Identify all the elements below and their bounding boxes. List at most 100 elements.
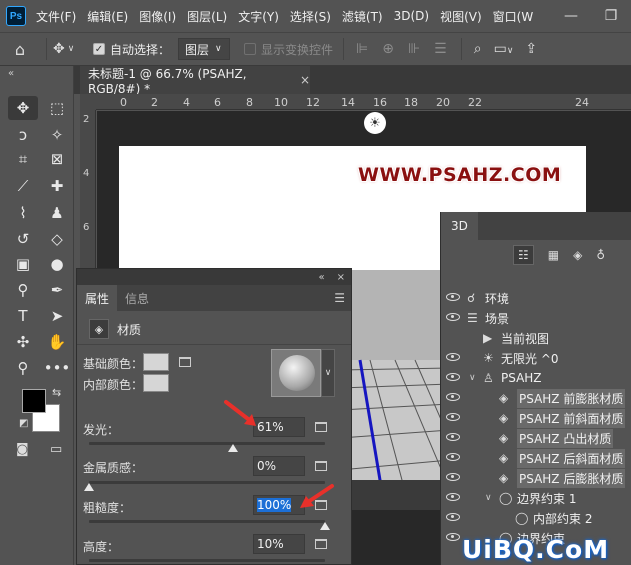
3d-tool-icon[interactable]: ✣ (8, 330, 38, 354)
chevron-down-icon[interactable]: ∨ (485, 493, 492, 503)
type-tool-icon[interactable]: T (8, 304, 38, 328)
folder-icon[interactable] (315, 422, 327, 432)
metallic-slider-thumb[interactable] (84, 483, 94, 491)
menu-image[interactable]: 图像(I) (139, 8, 176, 25)
tab-properties[interactable]: 属性 (77, 285, 118, 311)
tree-row[interactable]: ∨ ◯ 边界约束 1 (441, 488, 631, 508)
visibility-eye-icon[interactable] (446, 353, 460, 363)
visibility-eye-icon[interactable] (446, 413, 460, 423)
zoom-tool-icon[interactable]: ⚲ (8, 356, 38, 380)
menu-file[interactable]: 文件(F) (36, 8, 76, 25)
magic-wand-tool-icon[interactable]: ✧ (42, 123, 72, 147)
glow-slider-thumb[interactable] (227, 444, 238, 452)
material-preview[interactable] (271, 349, 321, 397)
dodge-tool-icon[interactable]: ⚲ (8, 278, 38, 302)
foreground-color-swatch[interactable] (22, 389, 46, 413)
base-color-swatch[interactable] (143, 353, 169, 371)
move-tool-preset-icon[interactable]: ✥ ∨ (53, 41, 87, 57)
tree-row[interactable]: ◈ PSAHZ 后斜面材质 (441, 448, 631, 468)
tree-row[interactable]: ◈ PSAHZ 前膨胀材质 (441, 388, 631, 408)
tree-row[interactable]: ◈ PSAHZ 凸出材质 (441, 428, 631, 448)
folder-icon[interactable] (179, 357, 191, 367)
height-input[interactable]: 10% (253, 534, 305, 554)
auto-select-option[interactable]: ✓ 自动选择： (93, 41, 170, 58)
glow-slider[interactable] (89, 442, 325, 445)
align-left-icon[interactable]: ⊫ (356, 41, 368, 57)
show-transform-checkbox[interactable] (244, 43, 257, 55)
metallic-slider[interactable] (89, 481, 325, 484)
visibility-eye-icon[interactable] (446, 393, 460, 403)
visibility-eye-icon[interactable] (446, 373, 460, 383)
height-slider[interactable] (89, 559, 325, 562)
visibility-eye-icon[interactable] (446, 293, 460, 303)
material-filter-icon[interactable]: ◈ (573, 248, 582, 262)
pen-tool-icon[interactable]: ✒ (42, 278, 72, 302)
show-transform-option[interactable]: 显示变换控件 (244, 41, 333, 58)
close-icon[interactable]: × (337, 272, 345, 283)
collapse-panel-icon[interactable]: « (8, 68, 14, 79)
metallic-input[interactable]: 0% (253, 456, 305, 476)
path-selection-tool-icon[interactable]: ➤ (42, 304, 72, 328)
align-right-icon[interactable]: ⊪ (408, 41, 420, 57)
home-icon[interactable]: ⌂ (0, 40, 40, 59)
horizontal-ruler[interactable]: 0 2 4 6 8 10 12 14 16 18 20 22 24 (96, 94, 631, 110)
menu-type[interactable]: 文字(Y) (238, 8, 279, 25)
history-brush-tool-icon[interactable]: ↺ (8, 227, 38, 251)
tree-row[interactable]: ☌ 环境 (441, 288, 631, 308)
blur-tool-icon[interactable]: ● (42, 252, 72, 276)
menu-select[interactable]: 选择(S) (290, 8, 331, 25)
marquee-tool-icon[interactable]: ⬚ (42, 96, 72, 120)
frame-tool-icon[interactable]: ⊠ (42, 147, 72, 171)
auto-select-checkbox[interactable]: ✓ (93, 43, 105, 55)
gradient-tool-icon[interactable]: ▣ (8, 252, 38, 276)
visibility-eye-icon[interactable] (446, 453, 460, 463)
tree-row[interactable]: ▶ 当前视图 (441, 328, 631, 348)
swap-colors-icon[interactable]: ⇆ (52, 386, 61, 399)
roughness-slider[interactable] (89, 520, 325, 523)
tree-row[interactable]: ☰ 场景 (441, 308, 631, 328)
light-filter-icon[interactable]: ♁ (596, 248, 605, 262)
eyedropper-tool-icon[interactable]: ⟋ (8, 174, 38, 198)
visibility-eye-icon[interactable] (446, 513, 460, 523)
whole-scene-filter-icon[interactable]: ☷ (513, 245, 534, 265)
tab-info[interactable]: 信息 (117, 285, 157, 311)
3d-ground-plane[interactable] (340, 270, 450, 510)
lasso-tool-icon[interactable]: ↄ (8, 123, 38, 147)
brush-tool-icon[interactable]: ⌇ (8, 201, 38, 225)
eraser-tool-icon[interactable]: ◇ (42, 227, 72, 251)
clone-stamp-tool-icon[interactable]: ♟ (42, 201, 72, 225)
menu-filter[interactable]: 滤镜(T) (342, 8, 383, 25)
default-colors-icon[interactable]: ◩ (19, 418, 28, 429)
collapse-panel-icon[interactable]: « (318, 272, 324, 283)
healing-brush-tool-icon[interactable]: ✚ (42, 174, 72, 198)
menu-edit[interactable]: 编辑(E) (87, 8, 128, 25)
roughness-slider-thumb[interactable] (320, 522, 330, 530)
distribute-icon[interactable]: ☰ (434, 41, 447, 57)
visibility-eye-icon[interactable] (446, 313, 460, 323)
tree-row[interactable]: ◈ PSAHZ 后膨胀材质 (441, 468, 631, 488)
screen-mode-icon[interactable]: ▭ (50, 442, 62, 457)
workspace-icon[interactable]: ▭∨ (494, 41, 514, 57)
visibility-eye-icon[interactable] (446, 433, 460, 443)
chevron-down-icon[interactable]: ∨ (469, 373, 476, 383)
document-tab[interactable]: 未标题-1 @ 66.7% (PSAHZ, RGB/8#) * × (80, 66, 310, 96)
menu-view[interactable]: 视图(V) (440, 8, 482, 25)
tree-row[interactable]: ☀ 无限光 ^0 (441, 348, 631, 368)
restore-icon[interactable]: ❐ (591, 0, 631, 32)
folder-icon[interactable] (315, 461, 327, 471)
quick-mask-icon[interactable]: ◙ (16, 442, 29, 457)
minimize-icon[interactable]: — (551, 0, 591, 32)
visibility-eye-icon[interactable] (446, 473, 460, 483)
tree-row[interactable]: ◯ 内部约束 2 (441, 508, 631, 528)
tree-row[interactable]: ∨ ♙ PSAHZ (441, 368, 631, 388)
menu-layer[interactable]: 图层(L) (187, 8, 227, 25)
move-tool-icon[interactable]: ✥ (8, 96, 38, 120)
more-tools-icon[interactable]: ••• (42, 356, 72, 380)
mesh-filter-icon[interactable]: ▦ (548, 248, 559, 262)
visibility-eye-icon[interactable] (446, 493, 460, 503)
auto-select-target-dropdown[interactable]: 图层 ∨ (178, 38, 231, 60)
folder-icon[interactable] (315, 539, 327, 549)
panel-menu-icon[interactable]: ☰ (334, 291, 345, 305)
crop-tool-icon[interactable]: ⌗ (8, 147, 38, 171)
menu-3d[interactable]: 3D(D) (394, 9, 429, 23)
